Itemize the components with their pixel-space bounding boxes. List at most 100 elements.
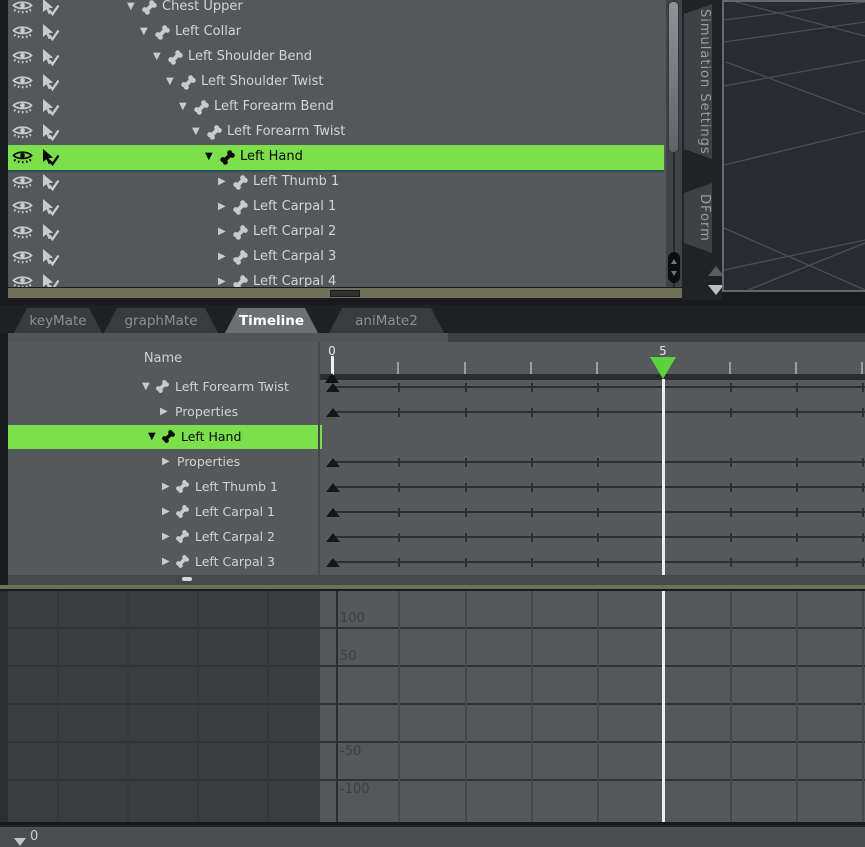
scene-tree-row[interactable]: ▼ Left Shoulder Bend (8, 45, 664, 70)
keyframe-marker-icon[interactable] (326, 533, 340, 542)
scene-tree-row[interactable]: ▼ Left Forearm Twist (8, 120, 664, 145)
selectable-pointer-icon[interactable] (39, 98, 60, 121)
tab-timeline[interactable]: Timeline (225, 308, 318, 333)
side-tab-dform[interactable]: DForm (684, 183, 712, 253)
visibility-eye-icon[interactable] (12, 224, 33, 245)
selectable-pointer-icon[interactable] (39, 273, 60, 287)
scene-tree-row[interactable]: ▶ Left Thumb 1 (8, 170, 664, 195)
graph-area[interactable]: 100 50 -50 -100 (0, 591, 865, 822)
timeline-tree-row[interactable]: ▶ Left Carpal 1 (8, 500, 318, 524)
keyframe-marker-icon[interactable] (326, 508, 340, 517)
selectable-pointer-icon[interactable] (39, 223, 60, 246)
tab-animate2[interactable]: aniMate2 (329, 308, 444, 333)
expand-caret-icon[interactable]: ▶ (218, 176, 226, 188)
visibility-eye-icon[interactable] (12, 274, 33, 287)
keyframe-marker-icon[interactable] (326, 383, 340, 392)
timeline-tree-row[interactable]: ▶ Left Carpal 3 (8, 550, 318, 574)
bone-icon (166, 48, 185, 71)
visibility-eye-icon[interactable] (12, 199, 33, 220)
keyframe-marker-icon[interactable] (326, 408, 340, 417)
bone-icon (179, 73, 198, 96)
range-start-marker-icon[interactable] (14, 838, 26, 846)
expand-caret-icon[interactable]: ▶ (162, 531, 170, 543)
timeline-tree-row[interactable]: ▶ Properties (8, 450, 318, 474)
timeline-tree-row[interactable]: ▼ Left Hand (8, 425, 322, 449)
expand-caret-icon[interactable]: ▶ (162, 456, 170, 468)
scene-tree-row[interactable]: ▼ Left Collar (8, 20, 664, 45)
tab-graphmate[interactable]: graphMate (104, 308, 218, 333)
visibility-eye-icon[interactable] (12, 124, 33, 145)
viewport-3d[interactable] (722, 0, 865, 292)
scrollbar-buttons[interactable] (668, 252, 680, 283)
scene-tree-row[interactable]: ▼ Left Shoulder Twist (8, 70, 664, 95)
visibility-eye-icon[interactable] (12, 99, 33, 120)
selectable-pointer-icon[interactable] (39, 0, 60, 21)
panel-resize-grip[interactable] (182, 577, 192, 581)
visibility-eye-icon[interactable] (12, 74, 33, 95)
visibility-eye-icon[interactable] (12, 24, 33, 45)
expand-caret-icon[interactable]: ▶ (162, 506, 170, 518)
visibility-eye-icon[interactable] (12, 149, 33, 170)
selectable-pointer-icon[interactable] (39, 23, 60, 46)
scene-tree-row[interactable]: ▼ Left Forearm Bend (8, 95, 664, 120)
expand-caret-icon[interactable]: ▼ (127, 1, 135, 13)
expand-caret-icon[interactable]: ▶ (218, 276, 226, 287)
track-frame-tick (862, 508, 864, 517)
expand-caret-icon[interactable]: ▼ (153, 51, 161, 63)
visibility-eye-icon[interactable] (12, 0, 33, 20)
scene-tree-row[interactable]: ▼ Left Hand (8, 145, 664, 172)
track-frame-tick (398, 533, 401, 542)
side-tab-simulation-settings[interactable]: Simulation Settings (684, 4, 712, 159)
selectable-pointer-icon[interactable] (39, 248, 60, 271)
expand-caret-icon[interactable]: ▼ (205, 151, 213, 163)
timeline-tree-row[interactable]: ▼ Left Forearm Twist (8, 375, 318, 399)
expand-caret-icon[interactable]: ▼ (166, 76, 174, 88)
visibility-eye-icon[interactable] (12, 49, 33, 70)
graph-vertical-gridline (398, 591, 400, 822)
keyframe-marker-icon[interactable] (326, 483, 340, 492)
timeline-tree-row[interactable]: ▶ Left Carpal 2 (8, 525, 318, 549)
visibility-eye-icon[interactable] (12, 174, 33, 195)
scroll-up-icon[interactable] (671, 259, 677, 264)
scrollbar-thumb[interactable] (668, 1, 679, 153)
scene-tree-row[interactable]: ▶ Left Carpal 3 (8, 245, 664, 270)
expand-caret-icon[interactable]: ▶ (162, 481, 170, 493)
scene-horizontal-scrollbar[interactable] (8, 288, 682, 298)
expand-caret-icon[interactable]: ▼ (142, 381, 150, 393)
track-frame-tick (464, 408, 467, 417)
horizontal-scrollbar-handle[interactable] (330, 290, 360, 297)
scene-tree-row[interactable]: ▶ Left Carpal 2 (8, 220, 664, 245)
timeline-tree-row[interactable]: ▶ Properties (8, 400, 318, 424)
selectable-pointer-icon[interactable] (39, 73, 60, 96)
selectable-pointer-icon[interactable] (39, 148, 60, 171)
expand-caret-icon[interactable]: ▼ (140, 26, 148, 38)
graph-vertical-gridline (267, 591, 269, 822)
expand-caret-icon[interactable]: ▼ (148, 431, 156, 443)
timeline-tree-row[interactable]: ▶ Left Thumb 1 (8, 475, 318, 499)
range-bar[interactable]: 0 (0, 825, 865, 847)
expand-caret-icon[interactable]: ▶ (218, 251, 226, 263)
keyframe-marker-icon[interactable] (326, 458, 340, 467)
scene-tree-row[interactable]: ▶ Left Carpal 1 (8, 195, 664, 220)
scene-tree-row[interactable]: ▼ Chest Upper (8, 0, 664, 20)
bone-icon (231, 173, 250, 196)
playhead-handle[interactable] (650, 357, 676, 379)
selectable-pointer-icon[interactable] (39, 123, 60, 146)
bone-icon (192, 98, 211, 121)
expand-caret-icon[interactable]: ▶ (160, 406, 168, 418)
tab-keymate[interactable]: keyMate (14, 308, 102, 333)
expand-caret-icon[interactable]: ▶ (218, 201, 226, 213)
scene-tree-row[interactable]: ▶ Left Carpal 4 (8, 270, 664, 287)
scroll-down-icon[interactable] (671, 271, 677, 276)
expand-caret-icon[interactable]: ▼ (179, 101, 187, 113)
visibility-eye-icon[interactable] (12, 249, 33, 270)
selectable-pointer-icon[interactable] (39, 173, 60, 196)
expand-caret-icon[interactable]: ▶ (218, 226, 226, 238)
selectable-pointer-icon[interactable] (39, 198, 60, 221)
keyframe-marker-icon[interactable] (326, 558, 340, 567)
selectable-pointer-icon[interactable] (39, 48, 60, 71)
expand-caret-icon[interactable]: ▶ (162, 556, 170, 568)
panel-splitter[interactable] (0, 585, 865, 589)
scene-vertical-scrollbar[interactable] (666, 0, 682, 287)
expand-caret-icon[interactable]: ▼ (192, 126, 200, 138)
